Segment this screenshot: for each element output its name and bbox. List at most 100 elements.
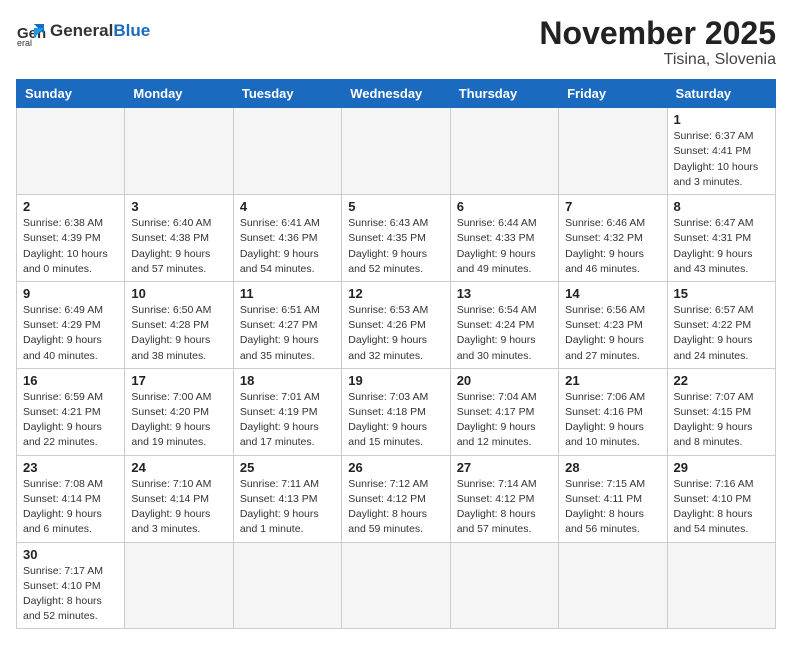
day-info: Sunrise: 6:51 AM Sunset: 4:27 PM Dayligh… <box>240 303 335 364</box>
day-info: Sunrise: 7:16 AM Sunset: 4:10 PM Dayligh… <box>674 477 769 538</box>
table-row <box>17 108 125 195</box>
day-info: Sunrise: 6:43 AM Sunset: 4:35 PM Dayligh… <box>348 216 443 277</box>
day-number: 7 <box>565 199 660 214</box>
table-row <box>125 542 233 629</box>
day-info: Sunrise: 7:04 AM Sunset: 4:17 PM Dayligh… <box>457 390 552 451</box>
day-number: 13 <box>457 286 552 301</box>
day-info: Sunrise: 7:10 AM Sunset: 4:14 PM Dayligh… <box>131 477 226 538</box>
table-row: 28Sunrise: 7:15 AM Sunset: 4:11 PM Dayli… <box>559 455 667 542</box>
table-row <box>559 108 667 195</box>
day-number: 14 <box>565 286 660 301</box>
table-row: 1 Sunrise: 6:37 AM Sunset: 4:41 PM Daylig… <box>667 108 775 195</box>
table-row: 8 Sunrise: 6:47 AM Sunset: 4:31 PM Daylig… <box>667 195 775 282</box>
day-number: 19 <box>348 373 443 388</box>
day-number: 15 <box>674 286 769 301</box>
table-row: 12 Sunrise: 6:53 AM Sunset: 4:26 PM Dayli… <box>342 281 450 368</box>
day-info: Sunrise: 6:54 AM Sunset: 4:24 PM Dayligh… <box>457 303 552 364</box>
day-info: Sunrise: 7:07 AM Sunset: 4:15 PM Dayligh… <box>674 390 769 451</box>
day-info: Sunrise: 7:11 AM Sunset: 4:13 PM Dayligh… <box>240 477 335 538</box>
day-number: 26 <box>348 460 443 475</box>
svg-text:eral: eral <box>17 38 32 46</box>
day-info: Sunrise: 7:06 AM Sunset: 4:16 PM Dayligh… <box>565 390 660 451</box>
table-row: 16 Sunrise: 6:59 AM Sunset: 4:21 PM Dayli… <box>17 368 125 455</box>
table-row <box>450 108 558 195</box>
day-info: Sunrise: 7:08 AM Sunset: 4:14 PM Dayligh… <box>23 477 118 538</box>
location-title: Tisina, Slovenia <box>539 51 776 69</box>
day-info: Sunrise: 6:40 AM Sunset: 4:38 PM Dayligh… <box>131 216 226 277</box>
day-info: Sunrise: 7:00 AM Sunset: 4:20 PM Dayligh… <box>131 390 226 451</box>
table-row: 22 Sunrise: 7:07 AM Sunset: 4:15 PM Dayli… <box>667 368 775 455</box>
table-row: 6Sunrise: 6:44 AM Sunset: 4:33 PM Daylig… <box>450 195 558 282</box>
day-number: 23 <box>23 460 118 475</box>
table-row <box>342 542 450 629</box>
day-info: Sunrise: 6:37 AM Sunset: 4:41 PM Dayligh… <box>674 129 769 190</box>
day-number: 3 <box>131 199 226 214</box>
day-info: Sunrise: 6:44 AM Sunset: 4:33 PM Dayligh… <box>457 216 552 277</box>
table-row <box>667 542 775 629</box>
table-row: 24 Sunrise: 7:10 AM Sunset: 4:14 PM Dayli… <box>125 455 233 542</box>
logo-icon: Gen eral <box>16 16 46 46</box>
day-info: Sunrise: 6:57 AM Sunset: 4:22 PM Dayligh… <box>674 303 769 364</box>
header-friday: Friday <box>559 80 667 108</box>
day-info: Sunrise: 6:59 AM Sunset: 4:21 PM Dayligh… <box>23 390 118 451</box>
day-number: 16 <box>23 373 118 388</box>
day-info: Sunrise: 6:41 AM Sunset: 4:36 PM Dayligh… <box>240 216 335 277</box>
table-row <box>559 542 667 629</box>
header-thursday: Thursday <box>450 80 558 108</box>
calendar-table: Sunday Monday Tuesday Wednesday Thursday… <box>16 79 776 629</box>
table-row: 9 Sunrise: 6:49 AM Sunset: 4:29 PM Daylig… <box>17 281 125 368</box>
table-row: 11 Sunrise: 6:51 AM Sunset: 4:27 PM Dayli… <box>233 281 341 368</box>
table-row: 25Sunrise: 7:11 AM Sunset: 4:13 PM Dayli… <box>233 455 341 542</box>
table-row <box>450 542 558 629</box>
day-info: Sunrise: 7:17 AM Sunset: 4:10 PM Dayligh… <box>23 564 118 625</box>
logo-text: GeneralBlue <box>50 22 150 41</box>
table-row <box>342 108 450 195</box>
table-row: 17Sunrise: 7:00 AM Sunset: 4:20 PM Dayli… <box>125 368 233 455</box>
day-number: 1 <box>674 112 769 127</box>
day-number: 20 <box>457 373 552 388</box>
day-number: 10 <box>131 286 226 301</box>
day-info: Sunrise: 6:47 AM Sunset: 4:31 PM Dayligh… <box>674 216 769 277</box>
table-row: 14 Sunrise: 6:56 AM Sunset: 4:23 PM Dayli… <box>559 281 667 368</box>
day-number: 28 <box>565 460 660 475</box>
day-number: 9 <box>23 286 118 301</box>
table-row <box>125 108 233 195</box>
day-number: 4 <box>240 199 335 214</box>
day-number: 11 <box>240 286 335 301</box>
header-sunday: Sunday <box>17 80 125 108</box>
header-tuesday: Tuesday <box>233 80 341 108</box>
day-number: 18 <box>240 373 335 388</box>
table-row: 21 Sunrise: 7:06 AM Sunset: 4:16 PM Dayli… <box>559 368 667 455</box>
calendar-title-area: November 2025 Tisina, Slovenia <box>539 16 776 69</box>
day-number: 12 <box>348 286 443 301</box>
day-number: 27 <box>457 460 552 475</box>
day-info: Sunrise: 6:56 AM Sunset: 4:23 PM Dayligh… <box>565 303 660 364</box>
table-row: 18Sunrise: 7:01 AM Sunset: 4:19 PM Dayli… <box>233 368 341 455</box>
table-row: 26 Sunrise: 7:12 AM Sunset: 4:12 PM Dayli… <box>342 455 450 542</box>
table-row: 29 Sunrise: 7:16 AM Sunset: 4:10 PM Dayli… <box>667 455 775 542</box>
day-number: 24 <box>131 460 226 475</box>
day-info: Sunrise: 7:03 AM Sunset: 4:18 PM Dayligh… <box>348 390 443 451</box>
day-number: 5 <box>348 199 443 214</box>
table-row: 13 Sunrise: 6:54 AM Sunset: 4:24 PM Dayli… <box>450 281 558 368</box>
day-number: 21 <box>565 373 660 388</box>
day-info: Sunrise: 7:14 AM Sunset: 4:12 PM Dayligh… <box>457 477 552 538</box>
table-row: 2Sunrise: 6:38 AM Sunset: 4:39 PM Daylig… <box>17 195 125 282</box>
day-number: 29 <box>674 460 769 475</box>
day-number: 22 <box>674 373 769 388</box>
weekday-header-row: Sunday Monday Tuesday Wednesday Thursday… <box>17 80 776 108</box>
table-row: 19 Sunrise: 7:03 AM Sunset: 4:18 PM Dayli… <box>342 368 450 455</box>
day-number: 8 <box>674 199 769 214</box>
table-row: 5 Sunrise: 6:43 AM Sunset: 4:35 PM Daylig… <box>342 195 450 282</box>
day-info: Sunrise: 6:50 AM Sunset: 4:28 PM Dayligh… <box>131 303 226 364</box>
day-info: Sunrise: 6:49 AM Sunset: 4:29 PM Dayligh… <box>23 303 118 364</box>
day-number: 30 <box>23 547 118 562</box>
table-row: 10 Sunrise: 6:50 AM Sunset: 4:28 PM Dayli… <box>125 281 233 368</box>
table-row <box>233 108 341 195</box>
day-info: Sunrise: 7:12 AM Sunset: 4:12 PM Dayligh… <box>348 477 443 538</box>
day-info: Sunrise: 6:53 AM Sunset: 4:26 PM Dayligh… <box>348 303 443 364</box>
table-row <box>233 542 341 629</box>
table-row: 3 Sunrise: 6:40 AM Sunset: 4:38 PM Daylig… <box>125 195 233 282</box>
day-info: Sunrise: 6:46 AM Sunset: 4:32 PM Dayligh… <box>565 216 660 277</box>
table-row: 27 Sunrise: 7:14 AM Sunset: 4:12 PM Dayli… <box>450 455 558 542</box>
